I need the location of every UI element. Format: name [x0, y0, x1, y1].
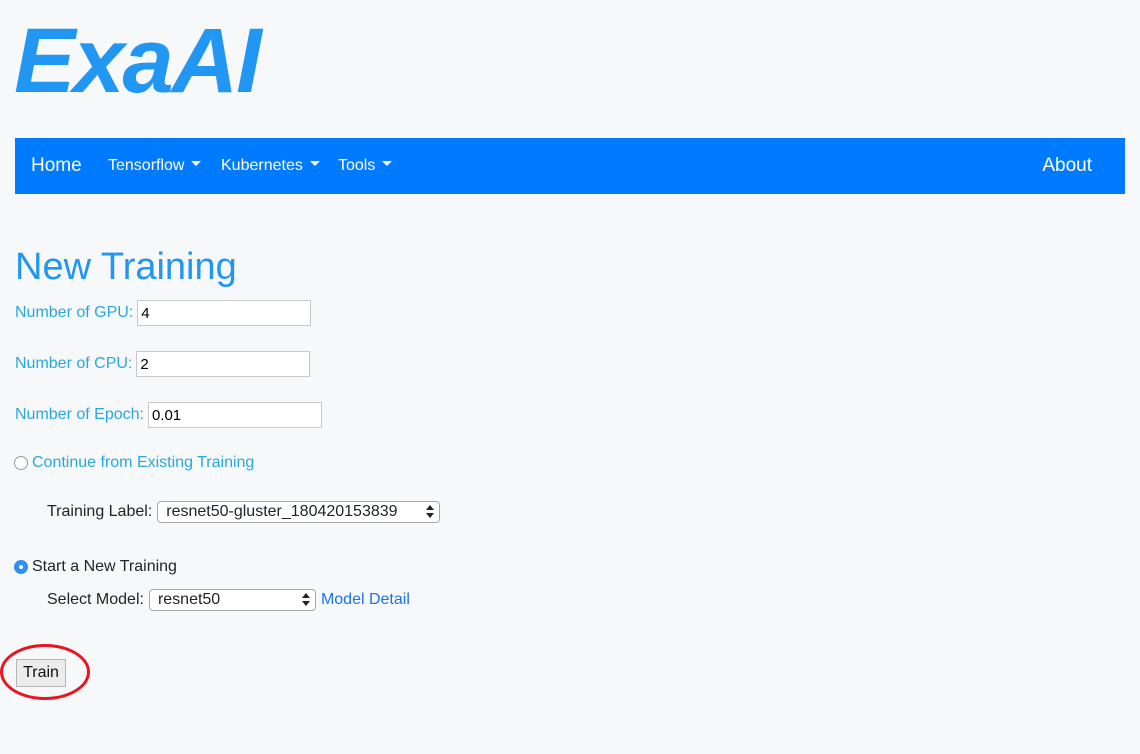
gpu-label: Number of GPU: — [15, 304, 134, 321]
gpu-input[interactable] — [137, 300, 312, 326]
training-label-select[interactable]: resnet50-gluster_180420153839 — [157, 501, 441, 523]
train-button[interactable]: Train — [16, 659, 66, 687]
top-navbar: Home Tensorflow Kubernetes Tools About — [15, 138, 1125, 194]
cpu-input[interactable] — [136, 351, 311, 377]
training-label-row: Training Label: resnet50-gluster_1804201… — [47, 501, 441, 523]
nav-home-link[interactable]: Home — [31, 138, 82, 194]
caret-down-icon — [382, 161, 393, 167]
cpu-field-row: Number of CPU: — [15, 349, 311, 379]
epoch-label: Number of Epoch: — [15, 406, 144, 423]
continue-training-option[interactable]: Continue from Existing Training — [14, 454, 254, 472]
select-model-selected: resnet50 — [157, 591, 221, 608]
nav-tools-label: Tools — [338, 157, 376, 174]
new-training-radio[interactable] — [14, 560, 28, 574]
model-detail-link[interactable]: Model Detail — [321, 591, 410, 609]
continue-training-radio[interactable] — [14, 456, 28, 470]
epoch-field-row: Number of Epoch: — [15, 400, 322, 430]
training-label-label: Training Label: — [47, 503, 153, 520]
continue-training-label[interactable]: Continue from Existing Training — [32, 454, 254, 472]
new-training-option[interactable]: Start a New Training — [14, 558, 177, 576]
cpu-label: Number of CPU: — [15, 355, 133, 372]
select-model-label: Select Model: — [47, 591, 144, 608]
caret-down-icon — [191, 161, 202, 167]
nav-tensorflow-label: Tensorflow — [108, 157, 185, 174]
select-arrows-icon — [301, 592, 310, 608]
nav-tools-dropdown[interactable]: Tools — [338, 138, 393, 194]
page-title: New Training — [15, 246, 237, 288]
nav-kubernetes-dropdown[interactable]: Kubernetes — [221, 138, 320, 194]
training-label-selected: resnet50-gluster_180420153839 — [166, 503, 398, 520]
nav-kubernetes-label: Kubernetes — [221, 157, 303, 174]
exaai-logo[interactable]: ExaAI — [14, 6, 262, 116]
nav-tensorflow-dropdown[interactable]: Tensorflow — [108, 138, 202, 194]
gpu-field-row: Number of GPU: — [15, 298, 312, 328]
caret-down-icon — [309, 161, 320, 167]
new-training-label[interactable]: Start a New Training — [32, 558, 177, 576]
page: ExaAI Home Tensorflow Kubernetes Tools A… — [0, 0, 1140, 754]
nav-about-link[interactable]: About — [1042, 138, 1092, 194]
select-arrows-icon — [426, 504, 435, 520]
select-model-row: Select Model: resnet50 Model Detail — [47, 589, 410, 611]
epoch-input[interactable] — [147, 402, 322, 428]
select-model-select[interactable]: resnet50 — [148, 589, 316, 611]
